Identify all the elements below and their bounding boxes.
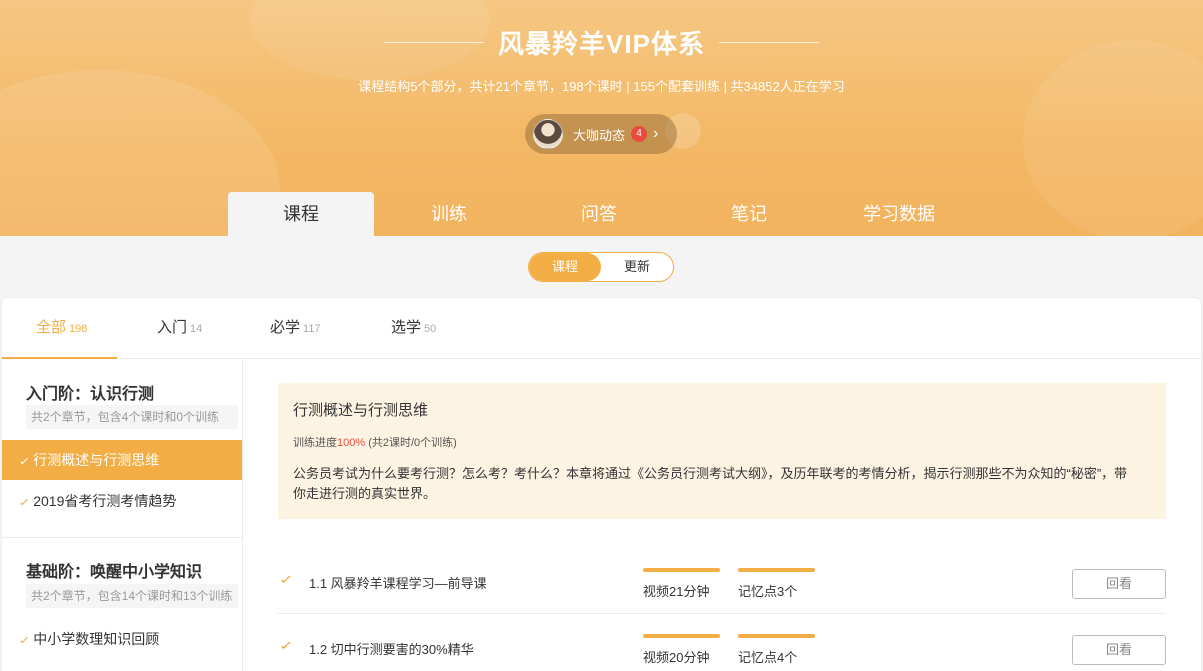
chapter-label: 2019省考行测考情趋势 [33,493,177,509]
chapter-sidebar: 入门阶：认识行测 共2个章节，包含4个课时和0个训练 ✓ 行测概述与行测思维 ✓ 2… [2,359,243,671]
memory-points-tag: 记忆点4个 [738,634,815,666]
filter-count: 14 [190,323,203,335]
title-divider-right [718,42,819,43]
video-duration-tag: 视频21分钟 [643,568,720,600]
progress-prefix: 训练进度 [293,437,337,449]
expert-dynamics-label: 大咖动态 [573,127,626,143]
training-progress: 训练进度100% (共2课时/0个训练) [293,434,1151,450]
memory-points-tag: 记忆点3个 [738,568,815,600]
chapter-label: 中小学数理知识回顾 [33,631,160,647]
chevron-right-icon: › [653,125,659,142]
tab-training[interactable]: 训练 [374,192,524,236]
stage-desc: 共2个章节，包含4个课时和0个训练 [26,405,238,429]
progress-suffix: (共2课时/0个训练) [365,437,457,449]
toggle-updates[interactable]: 更新 [601,253,673,281]
check-icon: ✓ [278,638,295,653]
chapter-detail: 行测概述与行测思维 训练进度100% (共2课时/0个训练) 公务员考试为什么要… [278,383,1166,519]
sidebar-chapter[interactable]: ✓ 2019省考行测考情趋势 [2,481,242,521]
review-button[interactable]: 回看 [1072,635,1166,665]
lesson-title[interactable]: 1.2 切中行测要害的30%精华 [309,639,474,658]
tag-bar [738,568,815,572]
notification-badge: 4 [631,126,648,142]
page-title: 风暴羚羊VIP体系 [498,29,705,59]
check-icon: ✓ [278,572,295,587]
video-duration-tag: 视频20分钟 [643,634,720,666]
filter-count: 198 [69,323,88,335]
review-button[interactable]: 回看 [1072,569,1166,599]
view-toggle: 课程 更新 [528,252,674,282]
tab-learning-data[interactable]: 学习数据 [824,192,974,236]
hero-title-row: 风暴羚羊VIP体系 [0,24,1203,61]
chapter-description: 公务员考试为什么要考行测？怎么考？考什么？本章将通过《公务员行测考试大纲》，及历… [293,466,1128,501]
video-duration: 视频20分钟 [643,650,710,665]
video-duration: 视频21分钟 [643,584,710,599]
tab-qa[interactable]: 问答 [524,192,674,236]
progress-percent: 100% [337,437,366,449]
tab-notes[interactable]: 笔记 [674,192,824,236]
memory-points: 记忆点3个 [738,584,798,599]
chapter-label: 行测概述与行测思维 [33,452,160,468]
hero-banner: 风暴羚羊VIP体系 课程结构5个部分，共计21个章节，198个课时 | 155个… [0,0,1203,236]
tag-bar [643,568,720,572]
stage-title: 入门阶：认识行测 [26,386,155,403]
decorative-shape [1023,40,1203,236]
stage-title: 基础阶：唤醒中小学知识 [26,564,203,581]
filter-required[interactable]: 必学 117 [270,298,321,358]
filter-label: 全部 [36,319,67,336]
tab-course[interactable]: 课程 [228,192,374,236]
lesson-row: ✓ 1.1 风暴羚羊课程学习—前导课 视频21分钟 记忆点3个 回看 [278,548,1166,614]
filter-count: 50 [424,323,437,335]
filter-label: 入门 [157,319,188,336]
course-card: 全部 198 入门 14 必学 117 选学 50 入门阶：认识行测 共2个章节，包含4… [1,297,1202,671]
lesson-title[interactable]: 1.1 风暴羚羊课程学习—前导课 [309,573,487,592]
course-summary: 课程结构5个部分，共计21个章节，198个课时 | 155个配套训练 | 共34… [358,79,845,94]
filter-tabs: 全部 198 入门 14 必学 117 选学 50 [1,298,1201,359]
stage-desc: 共2个章节，包含14个课时和13个训练 [26,584,238,608]
filter-all[interactable]: 全部 198 [1,298,118,359]
sidebar-chapter[interactable]: ✓ 中小学数理知识回顾 [2,619,242,659]
chapter-title: 行测概述与行测思维 [293,402,429,419]
main-tabs: 课程 训练 问答 笔记 学习数据 [228,192,974,236]
expert-dynamics-button[interactable]: 大咖动态 4 › [525,114,677,154]
filter-intro[interactable]: 入门 14 [157,298,202,358]
check-icon: ✓ [18,497,31,509]
toggle-course[interactable]: 课程 [529,253,601,281]
filter-count: 117 [303,323,321,335]
tag-bar [643,634,720,638]
sidebar-chapter[interactable]: ✓ 行测概述与行测思维 [2,440,242,480]
tag-bar [738,634,815,638]
memory-points: 记忆点4个 [738,650,798,665]
avatar [533,119,563,149]
title-divider-left [384,42,485,43]
filter-label: 必学 [270,319,301,336]
filter-elective[interactable]: 选学 50 [391,298,436,358]
check-icon: ✓ [18,456,31,468]
filter-label: 选学 [391,319,422,336]
lesson-row: ✓ 1.2 切中行测要害的30%精华 视频20分钟 记忆点4个 回看 [278,614,1166,671]
divider [2,537,242,538]
check-icon: ✓ [18,635,31,647]
